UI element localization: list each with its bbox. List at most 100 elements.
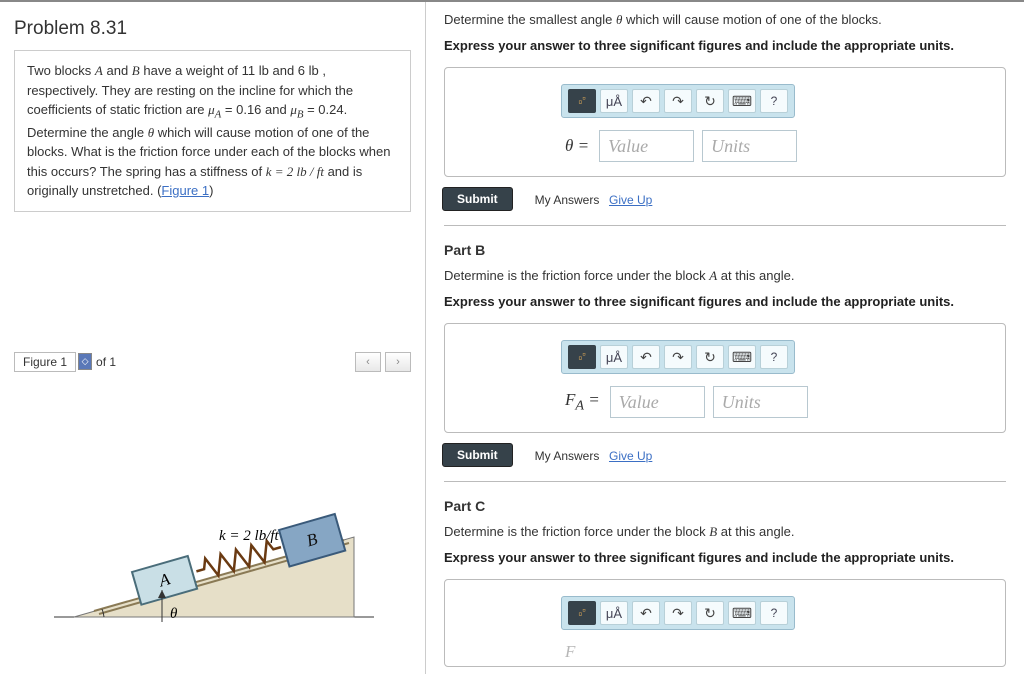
templates-icon: ▫▫ bbox=[578, 605, 585, 621]
templates-icon: ▫▫ bbox=[578, 93, 585, 109]
give-up-link[interactable]: Give Up bbox=[609, 449, 652, 463]
undo-button[interactable]: ↶ bbox=[632, 601, 660, 625]
text: at this angle. bbox=[717, 524, 794, 539]
text: and bbox=[103, 63, 132, 78]
problem-statement: Two blocks A and B have a weight of 11 l… bbox=[14, 50, 411, 212]
part-b-answer-box: ▫▫ μÅ ↶ ↷ ↻ ⌨ ? FA = Value Units bbox=[444, 323, 1006, 433]
part-b-instruction: Express your answer to three significant… bbox=[444, 294, 1006, 309]
divider bbox=[444, 225, 1006, 226]
submit-row: Submit My Answers Give Up bbox=[442, 443, 1006, 467]
help-icon: ? bbox=[771, 350, 778, 364]
help-button[interactable]: ? bbox=[760, 345, 788, 369]
text: Two blocks bbox=[27, 63, 95, 78]
undo-button[interactable]: ↶ bbox=[632, 345, 660, 369]
units-input[interactable]: Units bbox=[702, 130, 797, 162]
keyboard-icon: ⌨ bbox=[732, 349, 752, 366]
variable-label: F bbox=[565, 642, 575, 662]
text: Determine the smallest angle bbox=[444, 12, 616, 27]
symbols-button[interactable]: μÅ bbox=[600, 89, 628, 113]
var-b: B bbox=[709, 524, 717, 539]
right-panel: Determine the smallest angle θ which wil… bbox=[425, 2, 1024, 674]
figure-label: Figure 1 bbox=[14, 352, 76, 372]
undo-icon: ↶ bbox=[640, 93, 652, 110]
divider bbox=[444, 481, 1006, 482]
keyboard-icon: ⌨ bbox=[732, 93, 752, 110]
unit: lb bbox=[309, 63, 319, 78]
part-a-question: Determine the smallest angle θ which wil… bbox=[444, 12, 1006, 28]
templates-button[interactable]: ▫▫ bbox=[568, 345, 596, 369]
submit-button[interactable]: Submit bbox=[442, 443, 513, 467]
formatting-toolbar: ▫▫ μÅ ↶ ↷ ↻ ⌨ ? bbox=[561, 340, 795, 374]
text: Determine is the friction force under th… bbox=[444, 524, 709, 539]
help-icon: ? bbox=[771, 94, 778, 108]
value-input[interactable]: Value bbox=[610, 386, 705, 418]
var-a: A bbox=[95, 63, 103, 78]
templates-button[interactable]: ▫▫ bbox=[568, 601, 596, 625]
text: = 0.16 and bbox=[221, 102, 290, 117]
keyboard-button[interactable]: ⌨ bbox=[728, 345, 756, 369]
units-input[interactable]: Units bbox=[713, 386, 808, 418]
part-c-instruction: Express your answer to three significant… bbox=[444, 550, 1006, 565]
text: ) bbox=[209, 183, 213, 198]
k-expr: k = 2 lb / ft bbox=[266, 164, 324, 179]
templates-icon: ▫▫ bbox=[578, 349, 585, 365]
my-answers-link[interactable]: My Answers bbox=[535, 449, 600, 463]
my-answers-link[interactable]: My Answers bbox=[535, 193, 600, 207]
symbols-button[interactable]: μÅ bbox=[600, 601, 628, 625]
input-row: FA = Value Units bbox=[565, 386, 987, 418]
formatting-toolbar: ▫▫ μÅ ↶ ↷ ↻ ⌨ ? bbox=[561, 84, 795, 118]
redo-icon: ↷ bbox=[672, 93, 684, 110]
keyboard-icon: ⌨ bbox=[732, 605, 752, 622]
input-row: F bbox=[565, 642, 987, 662]
part-a-instruction: Express your answer to three significant… bbox=[444, 38, 1006, 53]
part-b-question: Determine is the friction force under th… bbox=[444, 268, 1006, 284]
input-row: θ = Value Units bbox=[565, 130, 987, 162]
text: Determine is the friction force under th… bbox=[444, 268, 709, 283]
figure-stepper[interactable]: ◇ bbox=[78, 353, 92, 370]
var-b: B bbox=[132, 63, 140, 78]
formatting-toolbar: ▫▫ μÅ ↶ ↷ ↻ ⌨ ? bbox=[561, 596, 795, 630]
angle-label: θ bbox=[170, 606, 178, 622]
unit: lb bbox=[259, 63, 269, 78]
undo-button[interactable]: ↶ bbox=[632, 89, 660, 113]
redo-button[interactable]: ↷ bbox=[664, 601, 692, 625]
help-button[interactable]: ? bbox=[760, 89, 788, 113]
redo-button[interactable]: ↷ bbox=[664, 89, 692, 113]
part-b-label: Part B bbox=[444, 242, 1006, 258]
figure-link[interactable]: Figure 1 bbox=[161, 183, 209, 198]
value-input[interactable]: Value bbox=[599, 130, 694, 162]
text: and 6 bbox=[269, 63, 309, 78]
text: have a weight of 11 bbox=[140, 63, 259, 78]
problem-title: Problem 8.31 bbox=[14, 12, 411, 50]
reset-icon: ↻ bbox=[704, 93, 716, 110]
spring-label: k = 2 lb/ft bbox=[219, 528, 280, 544]
redo-icon: ↷ bbox=[672, 605, 684, 622]
text: which will cause motion of one of the bl… bbox=[622, 12, 881, 27]
part-a-answer-box: ▫▫ μÅ ↶ ↷ ↻ ⌨ ? θ = Value Units bbox=[444, 67, 1006, 177]
give-up-link[interactable]: Give Up bbox=[609, 193, 652, 207]
submit-row: Submit My Answers Give Up bbox=[442, 187, 1006, 211]
figure-diagram: A k = 2 lb/ft B θ bbox=[14, 432, 411, 655]
next-figure-button[interactable]: › bbox=[385, 352, 411, 372]
reset-icon: ↻ bbox=[704, 349, 716, 366]
reset-button[interactable]: ↻ bbox=[696, 601, 724, 625]
reset-icon: ↻ bbox=[704, 605, 716, 622]
reset-button[interactable]: ↻ bbox=[696, 345, 724, 369]
figure-navigator: Figure 1 ◇ of 1 ‹ › bbox=[14, 352, 411, 372]
undo-icon: ↶ bbox=[640, 605, 652, 622]
var-a: A bbox=[709, 268, 717, 283]
part-c-question: Determine is the friction force under th… bbox=[444, 524, 1006, 540]
keyboard-button[interactable]: ⌨ bbox=[728, 601, 756, 625]
left-panel: Problem 8.31 Two blocks A and B have a w… bbox=[0, 2, 425, 674]
variable-label: θ = bbox=[565, 136, 589, 156]
templates-button[interactable]: ▫▫ bbox=[568, 89, 596, 113]
reset-button[interactable]: ↻ bbox=[696, 89, 724, 113]
submit-button[interactable]: Submit bbox=[442, 187, 513, 211]
help-button[interactable]: ? bbox=[760, 601, 788, 625]
part-c-answer-box: ▫▫ μÅ ↶ ↷ ↻ ⌨ ? F bbox=[444, 579, 1006, 667]
symbols-button[interactable]: μÅ bbox=[600, 345, 628, 369]
part-c-label: Part C bbox=[444, 498, 1006, 514]
prev-figure-button[interactable]: ‹ bbox=[355, 352, 381, 372]
keyboard-button[interactable]: ⌨ bbox=[728, 89, 756, 113]
redo-button[interactable]: ↷ bbox=[664, 345, 692, 369]
